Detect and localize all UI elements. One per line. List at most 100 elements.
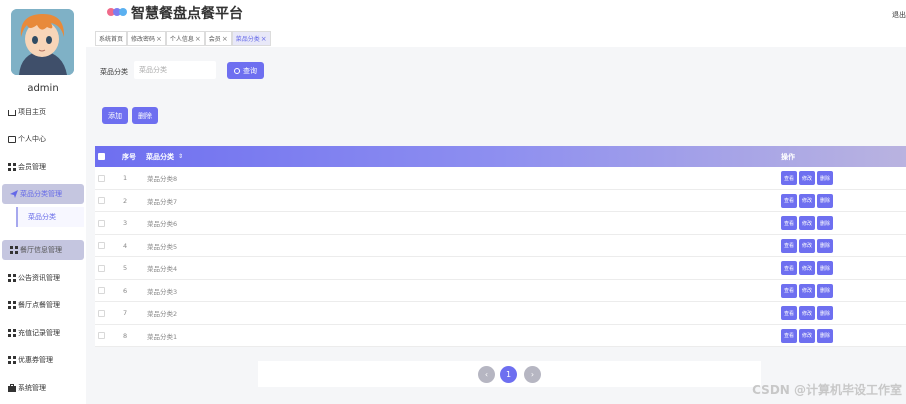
view-button[interactable]: 查看 [781,238,797,253]
row-checkbox[interactable] [98,257,105,279]
close-icon[interactable]: × [222,35,228,43]
row-actions: 查看 修改 删除 [781,257,835,279]
view-button[interactable]: 查看 [781,328,797,343]
sidebar-item-label: 会员管理 [18,163,46,171]
edit-button[interactable]: 修改 [799,193,815,208]
close-icon[interactable]: × [261,35,267,43]
top-header: 智慧餐盘点餐平台 退出 [86,0,906,28]
edit-button[interactable]: 修改 [799,261,815,275]
row-name: 菜品分类6 [147,220,178,228]
edit-button[interactable]: 修改 [799,216,815,230]
select-all-checkbox[interactable] [98,146,105,167]
row-name: 菜品分类5 [147,242,178,251]
sidebar-item-restaurant-info[interactable]: 餐厅信息管理 [2,240,84,260]
card-icon [8,135,16,143]
sidebar-item-label: 菜品分类管理 [20,190,62,198]
tab-label: 修改密码 [131,36,156,43]
tab-label: 系统首页 [99,36,124,43]
sidebar-item-recharge[interactable]: 充值记录管理 [0,323,86,343]
view-button[interactable]: 查看 [781,216,797,230]
sidebar-item-profile[interactable]: 个人中心 [0,129,86,149]
row-index: 1 [123,174,128,182]
sidebar-item-system[interactable]: 系统管理 [0,378,86,398]
sidebar-item-announcements[interactable]: 公告资讯管理 [0,268,86,288]
sidebar-subitem-dish-category[interactable]: 菜品分类 [16,207,84,227]
table-header: 序号 菜品分类 ⇕ 操作 [95,146,906,167]
row-index: 5 [123,264,128,272]
table-row: 4 菜品分类5 查看 修改 删除 [95,234,906,257]
sidebar-item-orders[interactable]: 餐厅点餐管理 [0,295,86,315]
tab-home[interactable]: 系统首页 [95,31,128,46]
username: admin [27,83,59,94]
edit-button[interactable]: 修改 [799,328,815,343]
tab-dish-category[interactable]: 菜品分类 × [231,31,271,46]
row-actions: 查看 修改 删除 [781,190,835,212]
row-actions: 查看 修改 删除 [781,212,835,234]
tab-personal-info[interactable]: 个人信息 × [165,31,205,46]
next-page-button[interactable]: › [524,366,541,383]
delete-row-button[interactable]: 删除 [817,216,833,230]
sidebar-item-label: 个人中心 [18,135,46,143]
delete-row-button[interactable]: 删除 [817,306,833,320]
sidebar: admin 项目主页 个人中心 会员管理 菜品分类管理 菜品分类 餐厅信息管理 [0,0,86,404]
sidebar-item-dish-category-mgmt[interactable]: 菜品分类管理 [2,184,84,204]
tab-label: 菜品分类 [235,36,260,43]
sidebar-item-label: 充值记录管理 [18,329,60,337]
grid-icon [8,301,16,309]
sidebar-item-home[interactable]: 项目主页 [0,102,86,122]
edit-button[interactable]: 修改 [799,306,815,320]
header-name-label: 菜品分类 [146,152,174,161]
row-name: 菜品分类8 [147,175,178,183]
sidebar-item-coupons[interactable]: 优惠券管理 [0,350,86,370]
tab-bar: 系统首页 修改密码 × 个人信息 × 会员 × 菜品分类 × [95,31,271,46]
prev-page-button[interactable]: ‹ [478,366,495,383]
sort-icon[interactable]: ⇕ [178,153,183,160]
row-checkbox[interactable] [98,167,105,189]
view-button[interactable]: 查看 [781,306,797,320]
table-row: 2 菜品分类7 查看 修改 删除 [95,189,906,212]
row-checkbox[interactable] [98,212,105,234]
logout-link[interactable]: 退出 [892,10,906,20]
delete-row-button[interactable]: 删除 [817,238,833,253]
row-checkbox[interactable] [98,302,105,324]
header-name[interactable]: 菜品分类 ⇕ [146,146,183,167]
table-row: 8 菜品分类1 查看 修改 删除 [95,324,906,347]
tab-change-password[interactable]: 修改密码 × [127,31,166,46]
page-1-button[interactable]: 1 [500,366,517,383]
close-icon[interactable]: × [156,35,162,43]
tab-members[interactable]: 会员 × [204,31,232,46]
search-input[interactable] [134,61,216,79]
edit-button[interactable]: 修改 [799,283,815,298]
app-root: admin 项目主页 个人中心 会员管理 菜品分类管理 菜品分类 餐厅信息管理 [0,0,906,404]
sidebar-item-label: 系统管理 [18,384,46,392]
row-checkbox[interactable] [98,280,105,302]
query-button[interactable]: 查询 [227,62,264,79]
delete-row-button[interactable]: 删除 [817,193,833,208]
row-checkbox[interactable] [98,325,105,347]
header-index: 序号 [122,152,136,161]
sidebar-item-members[interactable]: 会员管理 [0,157,86,177]
view-button[interactable]: 查看 [781,283,797,298]
close-icon[interactable]: × [195,35,201,43]
add-button[interactable]: 添加 [102,107,128,124]
search-icon [234,67,240,74]
delete-row-button[interactable]: 删除 [817,261,833,275]
delete-row-button[interactable]: 删除 [817,171,833,185]
row-checkbox[interactable] [98,235,105,257]
view-button[interactable]: 查看 [781,193,797,208]
row-actions: 查看 修改 删除 [781,235,835,257]
edit-button[interactable]: 修改 [799,238,815,253]
delete-button[interactable]: 删除 [132,107,158,124]
sidebar-subitem-label: 菜品分类 [28,213,56,221]
row-checkbox[interactable] [98,190,105,212]
send-icon [10,190,18,198]
view-button[interactable]: 查看 [781,171,797,185]
view-button[interactable]: 查看 [781,261,797,275]
sidebar-item-label: 公告资讯管理 [18,274,60,282]
delete-row-button[interactable]: 删除 [817,283,833,298]
table-row: 7 菜品分类2 查看 修改 删除 [95,302,906,325]
edit-button[interactable]: 修改 [799,171,815,185]
search-label: 菜品分类 [100,68,128,76]
avatar-illustration [11,9,74,75]
delete-row-button[interactable]: 删除 [817,328,833,343]
